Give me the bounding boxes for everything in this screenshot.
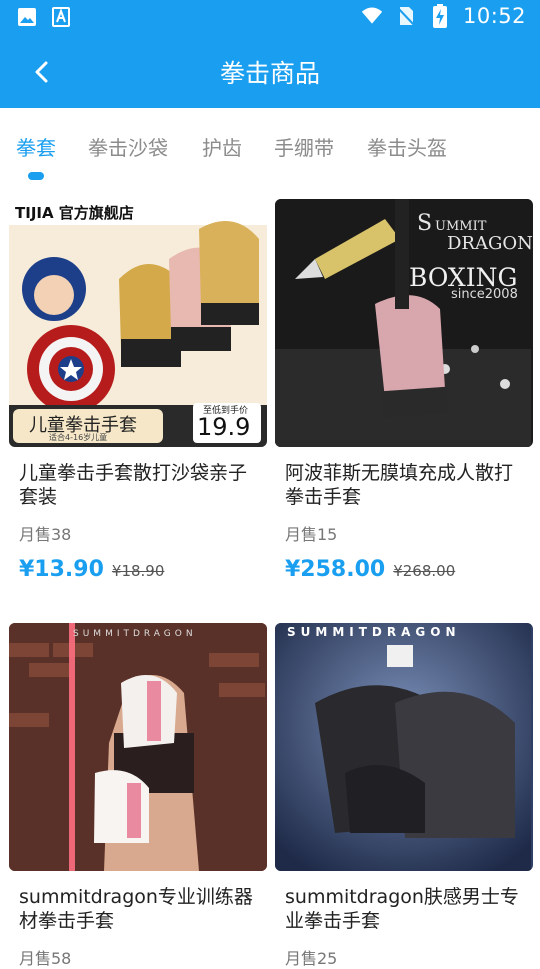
image-since-text: since2008 bbox=[451, 287, 518, 302]
battery-charging-icon bbox=[429, 4, 451, 28]
app-notification-icon bbox=[50, 6, 72, 28]
product-sales: 月售58 bbox=[19, 949, 72, 968]
tab-mouthguard[interactable]: 护齿 bbox=[202, 132, 242, 161]
image-brand-s: S bbox=[417, 211, 433, 236]
price-row: ¥258.00 ¥268.00 bbox=[275, 557, 533, 582]
product-price: ¥13.90 bbox=[19, 557, 104, 582]
image-brand-line2: DRAGON bbox=[447, 233, 533, 254]
image-brand-line1: UMMIT bbox=[435, 219, 487, 234]
product-image: S UMMIT DRAGON BOXING since2008 bbox=[275, 199, 533, 447]
category-tabs: 拳套 拳击沙袋 护齿 手绷带 拳击头盔 bbox=[0, 108, 540, 190]
status-bar: 10:52 bbox=[0, 0, 540, 36]
image-age-text: 适合4-16岁儿童 bbox=[49, 433, 108, 442]
tab-gloves[interactable]: 拳套 bbox=[16, 132, 56, 161]
page-title: 拳击商品 bbox=[219, 59, 320, 88]
image-brand-text: TIJIA 官方旗舰店 bbox=[15, 204, 134, 222]
tab-punching-bag[interactable]: 拳击沙袋 bbox=[88, 132, 168, 161]
product-sales: 月售25 bbox=[285, 949, 338, 968]
app-bar: 拳击商品 bbox=[0, 36, 540, 108]
product-card[interactable]: SUMMITDRAGON summitdragon专业训练器材拳击手套 月售58 bbox=[9, 623, 267, 969]
tab-headgear[interactable]: 拳击头盔 bbox=[367, 132, 447, 161]
no-sim-icon bbox=[395, 5, 417, 27]
product-image: SUMMITDRAGON bbox=[275, 623, 533, 871]
image-notification-icon bbox=[16, 6, 38, 28]
product-card[interactable]: SUMMITDRAGON summitdragon肤感男士专业拳击手套 月售25 bbox=[275, 623, 533, 969]
price-row: ¥13.90 ¥18.90 bbox=[9, 557, 267, 582]
product-image: SUMMITDRAGON bbox=[9, 623, 267, 871]
tab-hand-wraps[interactable]: 手绷带 bbox=[274, 132, 334, 161]
image-brand-text: SUMMITDRAGON bbox=[73, 629, 197, 639]
clock: 10:52 bbox=[462, 4, 526, 28]
product-title: summitdragon肤感男士专业拳击手套 bbox=[285, 886, 519, 932]
image-price-text: 19.9 bbox=[197, 413, 251, 441]
product-card[interactable]: TIJIA 官方旗舰店 儿童拳击手套 适合4-16岁儿童 至低到手价 19.9 … bbox=[9, 199, 267, 582]
original-price: ¥268.00 bbox=[393, 562, 456, 580]
tab-indicator bbox=[28, 172, 44, 180]
product-title: summitdragon专业训练器材拳击手套 bbox=[19, 886, 253, 932]
product-sales: 月售38 bbox=[19, 525, 72, 544]
product-price: ¥258.00 bbox=[285, 557, 386, 582]
product-sales: 月售15 bbox=[285, 525, 338, 544]
product-image: TIJIA 官方旗舰店 儿童拳击手套 适合4-16岁儿童 至低到手价 19.9 bbox=[9, 199, 267, 447]
wifi-icon bbox=[361, 5, 383, 27]
original-price: ¥18.90 bbox=[111, 562, 165, 580]
product-card[interactable]: S UMMIT DRAGON BOXING since2008 阿波菲斯无膜填充… bbox=[275, 199, 533, 582]
product-title: 阿波菲斯无膜填充成人散打拳击手套 bbox=[285, 462, 514, 508]
image-brand-text: SUMMITDRAGON bbox=[287, 625, 461, 639]
product-title: 儿童拳击手套散打沙袋亲子套装 bbox=[19, 462, 248, 508]
